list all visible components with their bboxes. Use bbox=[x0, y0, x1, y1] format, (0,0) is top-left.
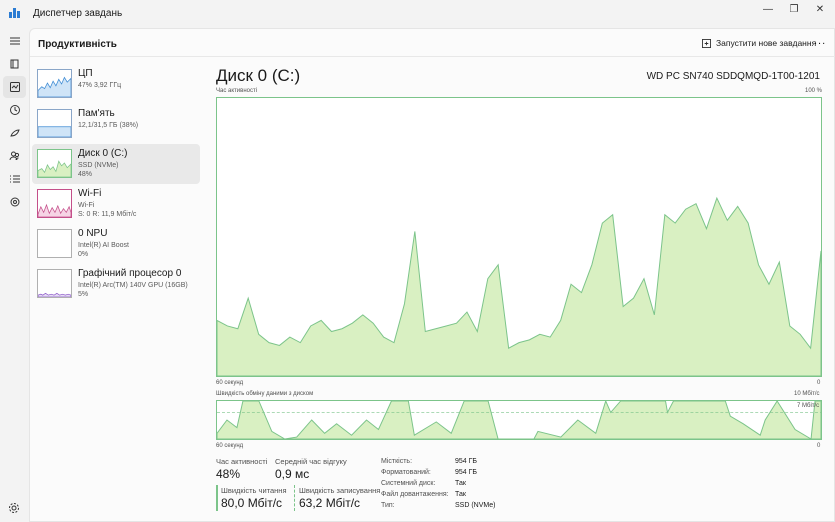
section-header: Продуктивність Запустити нове завдання .… bbox=[30, 29, 835, 57]
transfer-graph-max: 10 Мбіт/с bbox=[794, 391, 820, 397]
device-name: Wi-Fi bbox=[78, 188, 102, 199]
window-title: Диспетчер завдань bbox=[33, 7, 123, 19]
run-new-task-label: Запустити нове завдання bbox=[716, 38, 817, 48]
device-item-memory[interactable]: Пам'ять 12,1/31,5 ГБ (38%) bbox=[32, 104, 200, 144]
cpu-thumbnail bbox=[37, 69, 72, 98]
property-value: SSD (NVMe) bbox=[455, 502, 496, 509]
write-speed-value: 63,2 Мбіт/с bbox=[299, 496, 361, 510]
device-usage: 48% bbox=[78, 171, 93, 178]
device-item-disk[interactable]: Диск 0 (C:) SSD (NVMe) 48% bbox=[32, 144, 200, 184]
device-name: Диск 0 (C:) bbox=[78, 148, 128, 159]
users-icon[interactable] bbox=[0, 145, 29, 167]
read-speed-indicator bbox=[216, 485, 218, 511]
property-key: Тип: bbox=[381, 502, 395, 509]
device-usage: 0% bbox=[78, 251, 89, 258]
device-usage: S: 0 R: 11,9 Мбіт/с bbox=[78, 211, 137, 218]
wifi-thumbnail bbox=[37, 189, 72, 218]
write-speed-indicator bbox=[294, 485, 296, 511]
response-time-value: 0,9 мс bbox=[275, 467, 310, 481]
device-detail: Intel(R) AI Boost bbox=[78, 242, 129, 249]
main-panel: Продуктивність Запустити нове завдання .… bbox=[29, 28, 835, 522]
activity-area bbox=[217, 196, 821, 376]
property-key: Файл довантаження: bbox=[381, 491, 449, 498]
device-detail: 47% 3,92 ГГц bbox=[78, 82, 122, 89]
app-history-icon[interactable] bbox=[0, 99, 29, 121]
more-options-button[interactable]: ... bbox=[814, 35, 826, 47]
title-bar: Диспетчер завдань — ❐ ✕ bbox=[0, 0, 835, 26]
close-button[interactable]: ✕ bbox=[807, 0, 833, 18]
activity-graph-label: Час активності bbox=[216, 88, 258, 94]
device-detail: 12,1/31,5 ГБ (38%) bbox=[78, 122, 139, 129]
property-key: Форматований: bbox=[381, 469, 431, 476]
device-item-gpu[interactable]: Графічний процесор 0 Intel(R) Arc(TM) 14… bbox=[32, 264, 200, 304]
device-item-wifi[interactable]: Wi-Fi Wi-Fi S: 0 R: 11,9 Мбіт/с bbox=[32, 184, 200, 224]
write-speed-label: Швидкість записування bbox=[299, 486, 381, 495]
property-key: Системний диск: bbox=[381, 480, 436, 487]
run-new-task-button[interactable]: Запустити нове завдання bbox=[702, 36, 816, 50]
device-list: ЦП 47% 3,92 ГГц Пам'ять 12,1/31,5 ГБ (38… bbox=[30, 58, 200, 498]
transfer-graph-x-left: 60 секунд bbox=[216, 443, 244, 449]
property-value: Так bbox=[455, 491, 466, 498]
device-usage: 5% bbox=[78, 291, 89, 298]
npu-thumbnail bbox=[37, 229, 72, 258]
hamburger-icon[interactable] bbox=[0, 30, 29, 52]
device-name: Графічний процесор 0 bbox=[78, 268, 182, 279]
details-icon[interactable] bbox=[0, 168, 29, 190]
processes-icon[interactable] bbox=[0, 53, 29, 75]
settings-icon[interactable] bbox=[8, 502, 20, 514]
transfer-graph-reference: 7 Мбіт/с bbox=[797, 403, 820, 409]
task-manager-app-icon bbox=[9, 8, 21, 18]
transfer-graph-x-right: 0 bbox=[817, 443, 821, 449]
maximize-button[interactable]: ❐ bbox=[781, 0, 807, 18]
disk-thumbnail bbox=[37, 149, 72, 178]
activity-stat-label: Час активності bbox=[216, 457, 268, 466]
memory-thumbnail bbox=[37, 109, 72, 138]
run-task-icon bbox=[702, 38, 711, 48]
property-value: Так bbox=[455, 480, 466, 487]
property-value: 954 ГБ bbox=[455, 458, 478, 465]
activity-graph bbox=[216, 97, 822, 377]
property-key: Місткість: bbox=[381, 458, 413, 465]
device-detail: Intel(R) Arc(TM) 140V GPU (16GB) bbox=[78, 282, 188, 289]
page-title: Продуктивність bbox=[38, 39, 117, 50]
activity-graph-x-left: 60 секунд bbox=[216, 380, 244, 386]
device-name: ЦП bbox=[78, 68, 93, 79]
device-item-npu[interactable]: 0 NPU Intel(R) AI Boost 0% bbox=[32, 224, 200, 264]
disk-model: WD PC SN740 SDDQMQD-1T00-1201 bbox=[646, 71, 820, 82]
detail-title: Диск 0 (C:) bbox=[216, 66, 301, 85]
device-detail: Wi-Fi bbox=[78, 202, 95, 209]
device-item-cpu[interactable]: ЦП 47% 3,92 ГГц bbox=[32, 64, 200, 104]
services-icon[interactable] bbox=[0, 191, 29, 213]
response-time-label: Середній час відгуку bbox=[275, 457, 347, 466]
activity-graph-x-right: 0 bbox=[817, 380, 821, 386]
startup-icon[interactable] bbox=[0, 122, 29, 144]
device-name: Пам'ять bbox=[78, 108, 115, 119]
transfer-graph-label: Швидкість обміну даними з диском bbox=[216, 391, 314, 397]
activity-stat-value: 48% bbox=[216, 467, 241, 481]
performance-icon[interactable] bbox=[3, 76, 26, 98]
read-speed-label: Швидкість читання bbox=[221, 486, 287, 495]
activity-graph-max: 100 % bbox=[805, 88, 823, 94]
minimize-button[interactable]: — bbox=[755, 0, 781, 18]
read-speed-value: 80,0 Мбіт/с bbox=[221, 496, 283, 510]
device-name: 0 NPU bbox=[78, 228, 108, 239]
transfer-graph bbox=[216, 400, 822, 440]
gpu-thumbnail bbox=[37, 269, 72, 298]
property-value: 954 ГБ bbox=[455, 469, 478, 476]
device-detail: SSD (NVMe) bbox=[78, 162, 119, 169]
navigation-rail bbox=[0, 26, 29, 522]
